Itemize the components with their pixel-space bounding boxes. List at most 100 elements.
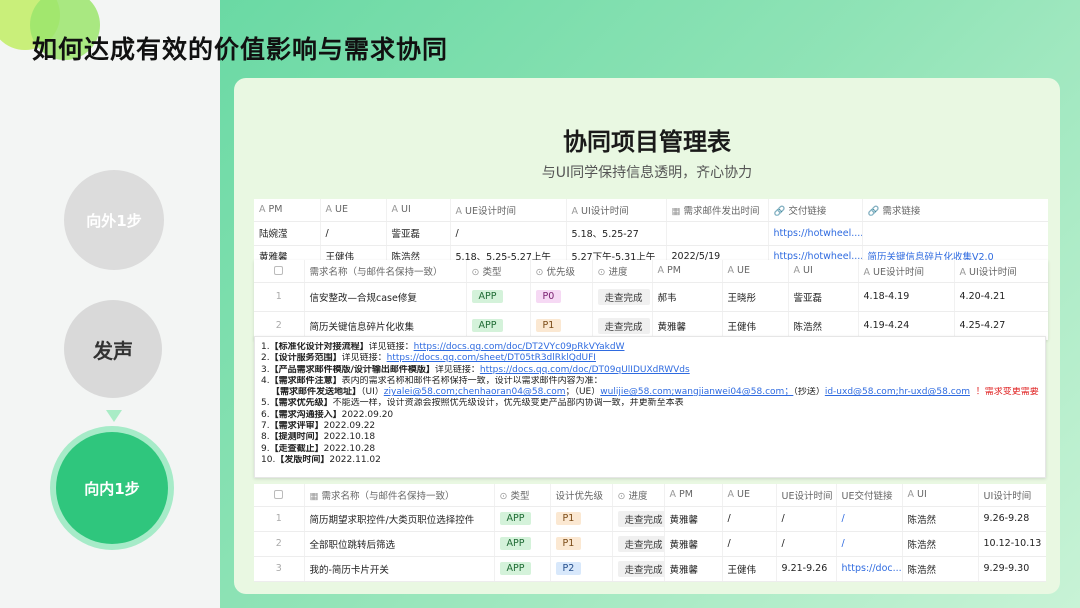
- note-line: 6.【需求沟通接入】2022.09.20: [261, 409, 394, 420]
- column-header[interactable]: A UE: [320, 199, 387, 222]
- column-header[interactable]: A UE: [722, 260, 789, 283]
- cell-ui[interactable]: 陈浩然: [902, 556, 979, 582]
- column-header[interactable]: ⊙ 进度: [592, 260, 653, 283]
- cell-mail-time[interactable]: [666, 221, 769, 246]
- email-link[interactable]: ziyalei@58.com;chenhaoran04@58.com: [384, 387, 566, 397]
- cell-ui-time[interactable]: 9.29-9.30: [978, 556, 1046, 582]
- column-header[interactable]: ⊙ 类型: [466, 260, 531, 283]
- cell-priority[interactable]: P0: [530, 282, 593, 312]
- cell-ui[interactable]: 陈浩然: [902, 531, 979, 557]
- cell-ue-time[interactable]: /: [776, 531, 837, 557]
- cell-ue-time[interactable]: 4.18-4.19: [858, 282, 955, 312]
- cell-pm[interactable]: 黄雅馨: [664, 556, 723, 582]
- column-header[interactable]: A PM: [664, 484, 723, 507]
- cell-ui-time[interactable]: 9.26-9.28: [978, 506, 1046, 532]
- cell-priority[interactable]: P2: [550, 556, 613, 582]
- cell-pm[interactable]: 黄雅馨: [664, 531, 723, 557]
- note-line: 8.【提测时间】2022.10.18: [261, 432, 376, 443]
- checkbox[interactable]: [274, 490, 284, 500]
- cell-priority[interactable]: P1: [550, 531, 613, 557]
- cell-demand-name[interactable]: 全部职位跳转后筛选: [304, 531, 495, 557]
- cell-ue-time[interactable]: 9.21-9.26: [776, 556, 837, 582]
- column-header[interactable]: ⊙ 进度: [612, 484, 665, 507]
- cell-ui[interactable]: 訾亚磊: [386, 221, 451, 246]
- step-speak-up[interactable]: 发声: [64, 300, 162, 398]
- select-all-cell[interactable]: [254, 484, 305, 507]
- column-header[interactable]: A UE设计时间: [450, 199, 567, 222]
- cell-pm[interactable]: 陆婉滢: [254, 221, 321, 246]
- note-link[interactable]: https://docs.qq.com/doc/DT2VYc09pRkVYakd…: [414, 342, 625, 352]
- column-header[interactable]: ⊙ 优先级: [530, 260, 593, 283]
- cell-delivery-link[interactable]: https://hotwheel....: [768, 221, 863, 246]
- cell-ue-link[interactable]: /: [836, 506, 903, 532]
- cell-progress[interactable]: 走查完成: [612, 531, 665, 557]
- cell-progress[interactable]: 走查完成: [592, 282, 653, 312]
- email-link[interactable]: wulijie@58.com;wangjianwei04@58.com；: [600, 387, 793, 397]
- note-line: 5.【需求优先级】不能选一样，设计资源会按照优先级设计，优先级变更产品部内协调一…: [261, 398, 684, 409]
- cell-type[interactable]: APP: [494, 556, 551, 582]
- cell-demand-name[interactable]: 简历期望求职控件/大类页职位选择控件: [304, 506, 495, 532]
- cell-ue[interactable]: /: [722, 531, 777, 557]
- step-inward[interactable]: 向内1步: [56, 432, 168, 544]
- cell-progress[interactable]: 走查完成: [612, 556, 665, 582]
- cell-type[interactable]: APP: [494, 531, 551, 557]
- column-header[interactable]: A UI: [788, 260, 859, 283]
- text-field-icon: A: [455, 205, 463, 217]
- table-row[interactable]: 1 信安整改—合规case修复 APP P0 走查完成 郝韦 王晓彤 訾亚磊 4…: [254, 282, 1048, 312]
- cell-ue[interactable]: 王健伟: [722, 556, 777, 582]
- checkbox[interactable]: [274, 266, 284, 276]
- panel-title: 协同项目管理表: [563, 128, 731, 156]
- cell-demand-name[interactable]: 我的-简历卡片开关: [304, 556, 495, 582]
- cell-demand-name[interactable]: 信安整改—合规case修复: [304, 282, 467, 312]
- column-header[interactable]: UI设计时间: [978, 484, 1046, 507]
- column-header[interactable]: ▦ 需求邮件发出时间: [666, 199, 769, 222]
- cell-ui[interactable]: 陈浩然: [902, 506, 979, 532]
- column-header[interactable]: A PM: [652, 260, 723, 283]
- column-header[interactable]: UE设计时间: [776, 484, 837, 507]
- cell-ui-time[interactable]: 4.20-4.21: [954, 282, 1048, 312]
- date-field-icon: ▦: [671, 205, 681, 217]
- cell-ue[interactable]: /: [320, 221, 387, 246]
- cell-progress[interactable]: 走查完成: [612, 506, 665, 532]
- column-header[interactable]: A UI设计时间: [566, 199, 667, 222]
- table-row[interactable]: 1 简历期望求职控件/大类页职位选择控件 APP P1 走查完成 黄雅馨 / /…: [254, 506, 1046, 532]
- select-all-cell[interactable]: [254, 260, 305, 283]
- column-header[interactable]: ▦ 需求名称（与邮件名保持一致）: [304, 484, 495, 507]
- cell-ue[interactable]: 王晓彤: [722, 282, 789, 312]
- cell-ue-link[interactable]: /: [836, 531, 903, 557]
- column-header[interactable]: A UE设计时间: [858, 260, 955, 283]
- cell-type[interactable]: APP: [494, 506, 551, 532]
- column-header[interactable]: A UE: [722, 484, 777, 507]
- cell-ui-time[interactable]: 10.12-10.13: [978, 531, 1046, 557]
- column-header[interactable]: ⊙ 类型: [494, 484, 551, 507]
- cell-priority[interactable]: P1: [550, 506, 613, 532]
- column-header[interactable]: 🔗 需求链接: [862, 199, 1048, 222]
- note-link[interactable]: https://docs.qq.com/doc/DT09qUlIDUXdRWVd…: [480, 365, 690, 375]
- step-outward[interactable]: 向外1步: [64, 170, 164, 270]
- cell-ui[interactable]: 訾亚磊: [788, 282, 859, 312]
- progress-tag: 走查完成: [617, 510, 663, 527]
- column-header[interactable]: A UI: [386, 199, 451, 222]
- column-header[interactable]: UE交付链接: [836, 484, 903, 507]
- cell-ue-time[interactable]: /: [450, 221, 567, 246]
- cell-ue[interactable]: /: [722, 506, 777, 532]
- cell-ue-time[interactable]: /: [776, 506, 837, 532]
- cell-pm[interactable]: 黄雅馨: [664, 506, 723, 532]
- cell-pm[interactable]: 郝韦: [652, 282, 723, 312]
- column-header[interactable]: 需求名称（与邮件名保持一致）: [304, 260, 467, 283]
- column-header[interactable]: 🔗 交付链接: [768, 199, 863, 222]
- column-header[interactable]: A UI设计时间: [954, 260, 1048, 283]
- table-row[interactable]: 2 全部职位跳转后筛选 APP P1 走查完成 黄雅馨 / / / 陈浩然 10…: [254, 531, 1046, 557]
- column-header[interactable]: A PM: [254, 199, 321, 222]
- cell-ue-link[interactable]: https://doc...: [836, 556, 903, 582]
- column-header[interactable]: A UI: [902, 484, 979, 507]
- cell-type[interactable]: APP: [466, 282, 531, 312]
- table-row[interactable]: 陆婉滢 / 訾亚磊 / 5.18、5.25-27 https://hotwhee…: [254, 221, 1048, 246]
- email-link[interactable]: id-uxd@58.com;hr-uxd@58.com: [825, 387, 970, 397]
- cell-demand-link[interactable]: [862, 221, 1048, 246]
- table-row[interactable]: 3 我的-简历卡片开关 APP P2 走查完成 黄雅馨 王健伟 9.21-9.2…: [254, 556, 1046, 582]
- note-link[interactable]: https://docs.qq.com/sheet/DT05tR3dlRklQd…: [387, 353, 596, 363]
- column-header[interactable]: 设计优先级: [550, 484, 613, 507]
- type-tag: APP: [499, 537, 532, 550]
- cell-ui-time[interactable]: 5.18、5.25-27: [566, 221, 667, 246]
